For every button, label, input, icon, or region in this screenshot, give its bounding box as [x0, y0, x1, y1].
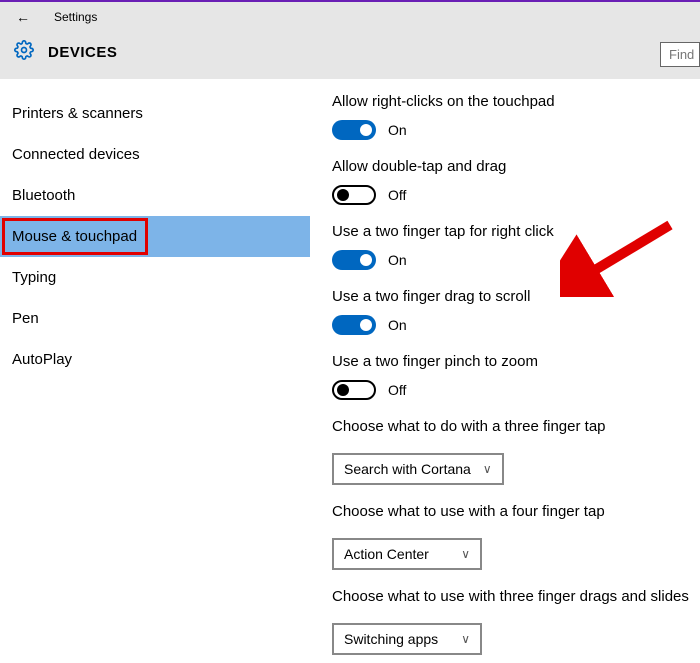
gear-icon	[14, 40, 34, 65]
sidebar-item-label: Typing	[12, 269, 56, 286]
sidebar-item-connected-devices[interactable]: Connected devices	[0, 134, 310, 175]
dropdown-four-finger-tap[interactable]: Action Center ∨	[332, 538, 482, 570]
sidebar-item-mouse-touchpad[interactable]: Mouse & touchpad	[0, 216, 310, 257]
dropdown-three-finger-tap[interactable]: Search with Cortana ∨	[332, 453, 504, 485]
sidebar-item-label: Printers & scanners	[12, 105, 143, 122]
setting-label: Use a two finger pinch to zoom	[332, 353, 700, 370]
toggle-knob	[337, 384, 349, 396]
setting-two-finger-right-click: Use a two finger tap for right click On	[332, 223, 700, 270]
search-placeholder: Find	[669, 47, 694, 62]
toggle-state-text: On	[388, 122, 407, 138]
setting-label: Allow double-tap and drag	[332, 158, 700, 175]
sidebar-item-label: AutoPlay	[12, 351, 72, 368]
sidebar-item-bluetooth[interactable]: Bluetooth	[0, 175, 310, 216]
chevron-down-icon: ∨	[461, 632, 470, 646]
toggle-state-text: On	[388, 252, 407, 268]
dropdown-three-finger-drag[interactable]: Switching apps ∨	[332, 623, 482, 655]
toggle-state-text: On	[388, 317, 407, 333]
sidebar-item-pen[interactable]: Pen	[0, 298, 310, 339]
toggle-knob	[360, 319, 372, 331]
titlebar: ← Settings	[0, 2, 700, 32]
setting-three-finger-drag: Choose what to use with three finger dra…	[332, 588, 700, 655]
setting-two-finger-zoom: Use a two finger pinch to zoom Off	[332, 353, 700, 400]
setting-label: Choose what to use with three finger dra…	[332, 588, 700, 605]
sidebar-item-autoplay[interactable]: AutoPlay	[0, 339, 310, 380]
sidebar-item-typing[interactable]: Typing	[0, 257, 310, 298]
app-title: Settings	[54, 10, 97, 24]
back-button[interactable]: ←	[16, 9, 30, 25]
setting-four-finger-tap: Choose what to use with a four finger ta…	[332, 503, 700, 570]
search-input[interactable]: Find	[660, 42, 700, 67]
setting-label: Choose what to use with a four finger ta…	[332, 503, 700, 520]
setting-label: Choose what to do with a three finger ta…	[332, 418, 700, 435]
toggle-two-finger-right-click[interactable]	[332, 250, 376, 270]
sidebar-item-label: Bluetooth	[12, 187, 75, 204]
sidebar-item-label: Pen	[12, 310, 39, 327]
sidebar-item-label: Connected devices	[12, 146, 140, 163]
setting-two-finger-scroll: Use a two finger drag to scroll On	[332, 288, 700, 335]
toggle-knob	[360, 254, 372, 266]
setting-label: Allow right-clicks on the touchpad	[332, 93, 700, 110]
toggle-knob	[360, 124, 372, 136]
content-pane: Allow right-clicks on the touchpad On Al…	[310, 79, 700, 660]
setting-three-finger-tap: Choose what to do with a three finger ta…	[332, 418, 700, 485]
toggle-two-finger-zoom[interactable]	[332, 380, 376, 400]
setting-double-tap-drag: Allow double-tap and drag Off	[332, 158, 700, 205]
header: DEVICES Find	[0, 32, 700, 79]
setting-allow-right-click: Allow right-clicks on the touchpad On	[332, 93, 700, 140]
toggle-double-tap-drag[interactable]	[332, 185, 376, 205]
chevron-down-icon: ∨	[461, 547, 470, 561]
toggle-allow-right-click[interactable]	[332, 120, 376, 140]
sidebar: Printers & scanners Connected devices Bl…	[0, 79, 310, 660]
sidebar-item-printers[interactable]: Printers & scanners	[0, 93, 310, 134]
chevron-down-icon: ∨	[483, 462, 492, 476]
toggle-knob	[337, 189, 349, 201]
dropdown-value: Action Center	[344, 546, 429, 562]
page-title: DEVICES	[48, 44, 117, 61]
setting-label: Use a two finger drag to scroll	[332, 288, 700, 305]
toggle-two-finger-scroll[interactable]	[332, 315, 376, 335]
setting-label: Use a two finger tap for right click	[332, 223, 700, 240]
toggle-state-text: Off	[388, 382, 406, 398]
toggle-state-text: Off	[388, 187, 406, 203]
sidebar-item-label: Mouse & touchpad	[12, 228, 137, 245]
dropdown-value: Search with Cortana	[344, 461, 471, 477]
dropdown-value: Switching apps	[344, 631, 438, 647]
